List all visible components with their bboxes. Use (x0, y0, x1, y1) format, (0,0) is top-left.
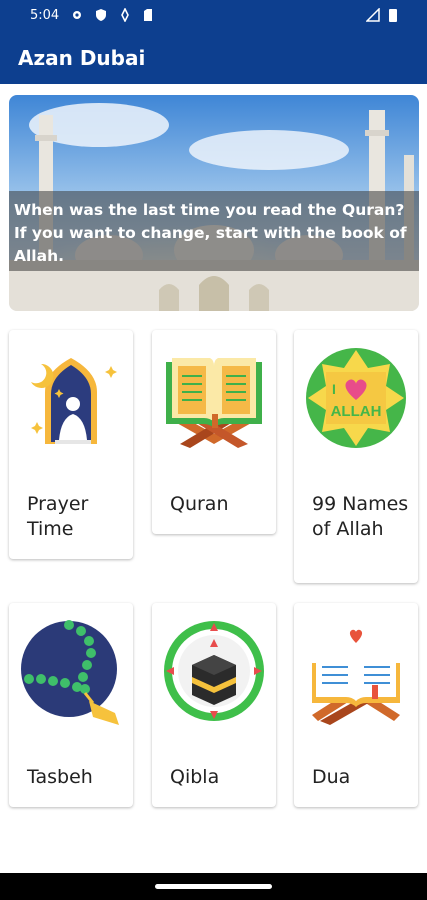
app-title: Azan Dubai (18, 46, 146, 70)
allah-names-icon: I ALLAH (306, 348, 406, 448)
card-qibla[interactable]: Qibla (152, 603, 276, 807)
signal-icon (366, 8, 380, 22)
card-label: 99 Names of Allah (312, 493, 409, 540)
card-dua[interactable]: Dua (294, 603, 418, 807)
card-label: Qibla (170, 766, 220, 788)
card-tasbeh[interactable]: Tasbeh (9, 603, 133, 807)
banner-carousel[interactable]: When was the last time you read the Qura… (9, 95, 419, 311)
svg-text:ALLAH: ALLAH (331, 403, 382, 420)
quran-icon (166, 358, 262, 448)
status-time: 5:04 (30, 8, 60, 23)
vpn-key-icon (121, 8, 129, 22)
app-bar: Azan Dubai (0, 32, 427, 84)
tasbeh-icon (21, 620, 119, 725)
card-99-names[interactable]: I ALLAH 99 Names of Allah (294, 330, 418, 583)
prayer-icon (31, 358, 117, 444)
card-label: Quran (170, 493, 229, 515)
dua-book-icon (312, 629, 400, 725)
qibla-compass-icon (164, 621, 264, 721)
card-label: Tasbeh (27, 766, 93, 788)
settings-icon (73, 11, 81, 19)
card-prayer-time[interactable]: Prayer Time (9, 330, 133, 559)
banner-quote: When was the last time you read the Qura… (14, 201, 407, 265)
status-bar: 5:04 (0, 0, 427, 32)
card-quran[interactable]: Quran (152, 330, 276, 534)
home-gesture-handle[interactable] (155, 884, 272, 889)
sd-card-icon (144, 9, 152, 21)
svg-text:I: I (332, 381, 336, 397)
system-navigation-bar (0, 873, 427, 900)
card-label: Prayer Time (27, 493, 89, 540)
card-label: Dua (312, 766, 351, 788)
shield-icon (96, 9, 106, 21)
battery-icon (389, 9, 397, 22)
